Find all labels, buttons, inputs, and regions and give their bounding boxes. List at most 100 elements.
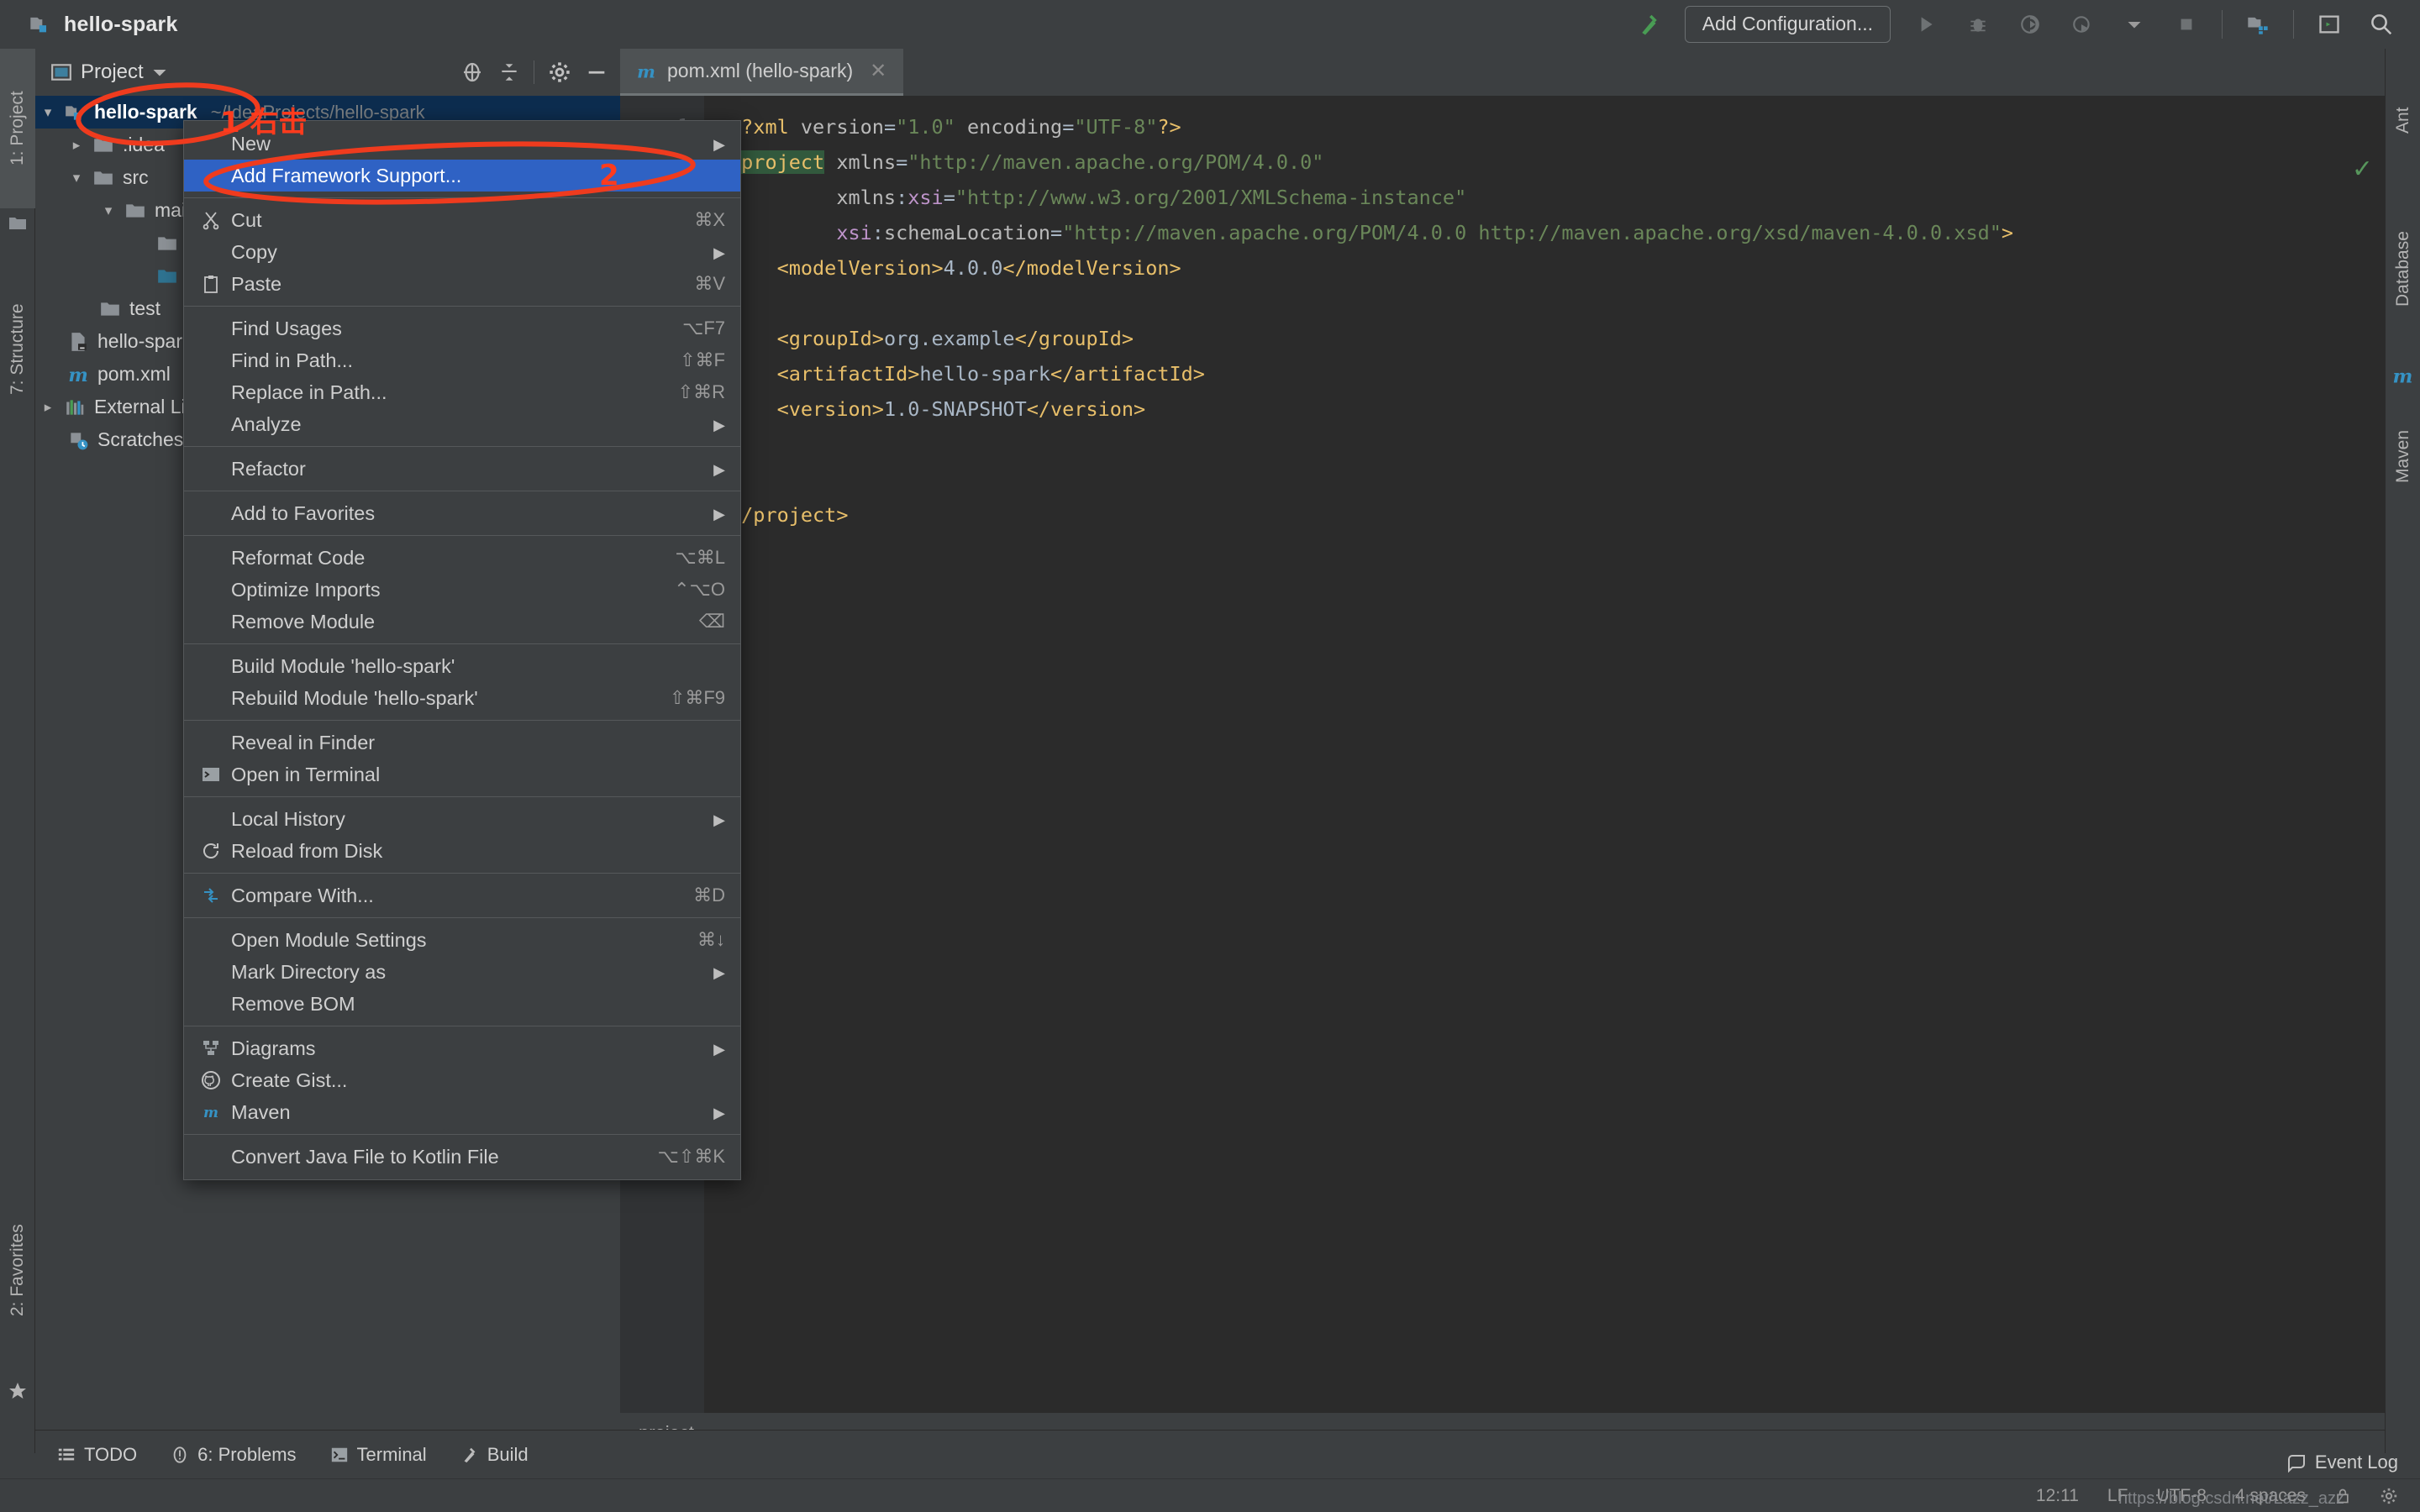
context-menu[interactable]: New ▶ Add Framework Support... Cut ⌘X Copy ▶ Pa… — [183, 120, 741, 1180]
tool-window-terminal[interactable]: Terminal — [330, 1444, 427, 1466]
code-token: = — [1050, 221, 1063, 244]
github-icon — [201, 1070, 231, 1090]
code-token: 1.0-SNAPSHOT — [883, 397, 1027, 421]
status-time: 12:11 — [2035, 1485, 2079, 1505]
scratches-icon — [64, 429, 92, 451]
menu-item-shortcut: ⇧⌘F — [680, 349, 725, 370]
chevron-down-icon[interactable] — [152, 65, 167, 80]
search-everywhere-icon[interactable] — [2365, 8, 2398, 41]
menu-item-refactor[interactable]: Refactor ▶ — [184, 453, 740, 485]
collapse-all-icon[interactable] — [498, 61, 520, 83]
menu-item-label: Compare With... — [231, 884, 374, 906]
menu-item-rebuild-module-hello-spark[interactable]: Rebuild Module 'hello-spark' ⇧⌘F9 — [184, 682, 740, 714]
terminal-icon — [201, 764, 231, 785]
menu-item-compare-with[interactable]: Compare With... ⌘D — [184, 879, 740, 911]
menu-item-analyze[interactable]: Analyze ▶ — [184, 408, 740, 440]
menu-item-create-gist[interactable]: Create Gist... — [184, 1064, 740, 1096]
hide-icon[interactable] — [585, 60, 608, 84]
build-icon — [460, 1446, 479, 1464]
close-icon[interactable]: ✕ — [870, 59, 886, 83]
project-panel-title: Project — [81, 60, 144, 83]
folder-icon — [89, 167, 118, 189]
code-token: = — [1062, 115, 1075, 139]
menu-item-open-in-terminal[interactable]: Open in Terminal — [184, 759, 740, 790]
locate-icon[interactable] — [460, 60, 485, 85]
rail-item-maven-label: Maven — [2393, 429, 2412, 483]
build-hammer-icon[interactable] — [1633, 8, 1666, 41]
gear-icon[interactable] — [2380, 1487, 2398, 1505]
menu-item-optimize-imports[interactable]: Optimize Imports ⌃⌥O — [184, 574, 740, 606]
code-token: xsi — [908, 186, 944, 209]
code-token: : — [896, 186, 908, 209]
event-log-label: Event Log — [2314, 1452, 2398, 1473]
menu-item-shortcut: ⌫ — [698, 611, 725, 632]
menu-item-build-module-hello-spark[interactable]: Build Module 'hello-spark' — [184, 650, 740, 682]
menu-item-reload-from-disk[interactable]: Reload from Disk — [184, 835, 740, 867]
run-icon[interactable] — [1909, 8, 1943, 41]
menu-item-diagrams[interactable]: Diagrams ▶ — [184, 1032, 740, 1064]
menu-item-find-in-path[interactable]: Find in Path... ⇧⌘F — [184, 344, 740, 376]
menu-item-label: Replace in Path... — [231, 381, 387, 403]
rail-item-favorites-label: 2: Favorites — [8, 1224, 27, 1317]
menu-item-label: Optimize Imports — [231, 578, 381, 601]
menu-item-open-module-settings[interactable]: Open Module Settings ⌘↓ — [184, 924, 740, 956]
event-log-button[interactable]: Event Log — [2286, 1452, 2398, 1473]
code-token: = — [943, 186, 955, 209]
diagram-icon — [201, 1038, 231, 1058]
menu-item-local-history[interactable]: Local History ▶ — [184, 803, 740, 835]
menu-item-reveal-in-finder[interactable]: Reveal in Finder — [184, 727, 740, 759]
menu-item-label: Diagrams — [231, 1037, 316, 1059]
status-bar: 12:11 LF UTF-8 4 spaces — [0, 1478, 2420, 1512]
settings-gear-icon[interactable] — [548, 60, 571, 84]
debug-icon[interactable] — [1961, 8, 1995, 41]
run-coverage-icon[interactable] — [2013, 8, 2047, 41]
menu-item-find-usages[interactable]: Find Usages ⌥F7 — [184, 312, 740, 344]
chevron-right-icon: ▶ — [713, 964, 725, 981]
menu-item-mark-directory-as[interactable]: Mark Directory as ▶ — [184, 956, 740, 988]
menu-item-maven[interactable]: m Maven ▶ — [184, 1096, 740, 1128]
rail-item-ant[interactable]: Ant — [2386, 74, 2420, 166]
code-token: </project> — [729, 503, 849, 527]
menu-item-label: Analyze — [231, 412, 302, 435]
ok-check-icon[interactable]: ✓ — [2352, 155, 2373, 184]
menu-item-reformat-code[interactable]: Reformat Code ⌥⌘L — [184, 542, 740, 574]
rail-item-structure[interactable]: 7: Structure — [0, 259, 35, 439]
menu-item-convert-java-file-to-kotlin-file[interactable]: Convert Java File to Kotlin File ⌥⇧⌘K — [184, 1141, 740, 1173]
menu-item-cut[interactable]: Cut ⌘X — [184, 204, 740, 236]
code-content[interactable]: <?xml version="1.0" encoding="UTF-8"?><p… — [704, 96, 2385, 1413]
cut-icon — [201, 210, 231, 230]
terminal-icon[interactable] — [2312, 8, 2346, 41]
rail-item-project[interactable]: 1: Project — [0, 49, 35, 208]
menu-item-replace-in-path[interactable]: Replace in Path... ⇧⌘R — [184, 376, 740, 408]
chevron-right-icon[interactable]: ▸ — [64, 137, 89, 154]
menu-item-remove-module[interactable]: Remove Module ⌫ — [184, 606, 740, 638]
menu-item-paste[interactable]: Paste ⌘V — [184, 268, 740, 300]
chevron-down-icon[interactable]: ▾ — [64, 170, 89, 186]
chevron-down-icon[interactable]: ▾ — [96, 202, 121, 219]
tool-window-problems[interactable]: 6: Problems — [171, 1444, 297, 1466]
project-structure-icon[interactable] — [2241, 8, 2275, 41]
rail-item-database[interactable]: Database — [2386, 187, 2420, 351]
chevron-down-icon[interactable]: ▾ — [35, 104, 60, 121]
tab-pom-xml[interactable]: m pom.xml (hello-spark) ✕ — [620, 49, 904, 96]
rail-item-favorites[interactable]: 2: Favorites — [0, 1180, 35, 1361]
folder-icon — [121, 200, 150, 222]
star-icon — [8, 1381, 28, 1401]
menu-item-remove-bom[interactable]: Remove BOM — [184, 988, 740, 1020]
profiler-icon[interactable] — [2065, 8, 2099, 41]
dropdown-caret-icon[interactable] — [2118, 8, 2151, 41]
menu-item-shortcut: ⌃⌥O — [674, 579, 725, 600]
project-panel-header: Project — [35, 49, 620, 96]
menu-item-label: Mark Directory as — [231, 960, 387, 983]
tool-window-build[interactable]: Build — [460, 1444, 529, 1466]
tool-window-todo[interactable]: TODO — [57, 1444, 137, 1466]
code-token: <version> — [729, 397, 884, 421]
code-editor[interactable]: 1 <?xml version="1.0" encoding="UTF-8"?>… — [620, 96, 2385, 1413]
menu-item-add-to-favorites[interactable]: Add to Favorites ▶ — [184, 497, 740, 529]
add-configuration-button[interactable]: Add Configuration... — [1684, 6, 1891, 43]
menu-item-copy[interactable]: Copy ▶ — [184, 236, 740, 268]
chevron-right-icon[interactable]: ▸ — [35, 399, 60, 416]
menu-item-add-framework-support[interactable]: Add Framework Support... — [184, 160, 740, 192]
rail-item-maven[interactable]: Maven — [2386, 393, 2420, 519]
stop-icon[interactable] — [2170, 8, 2203, 41]
